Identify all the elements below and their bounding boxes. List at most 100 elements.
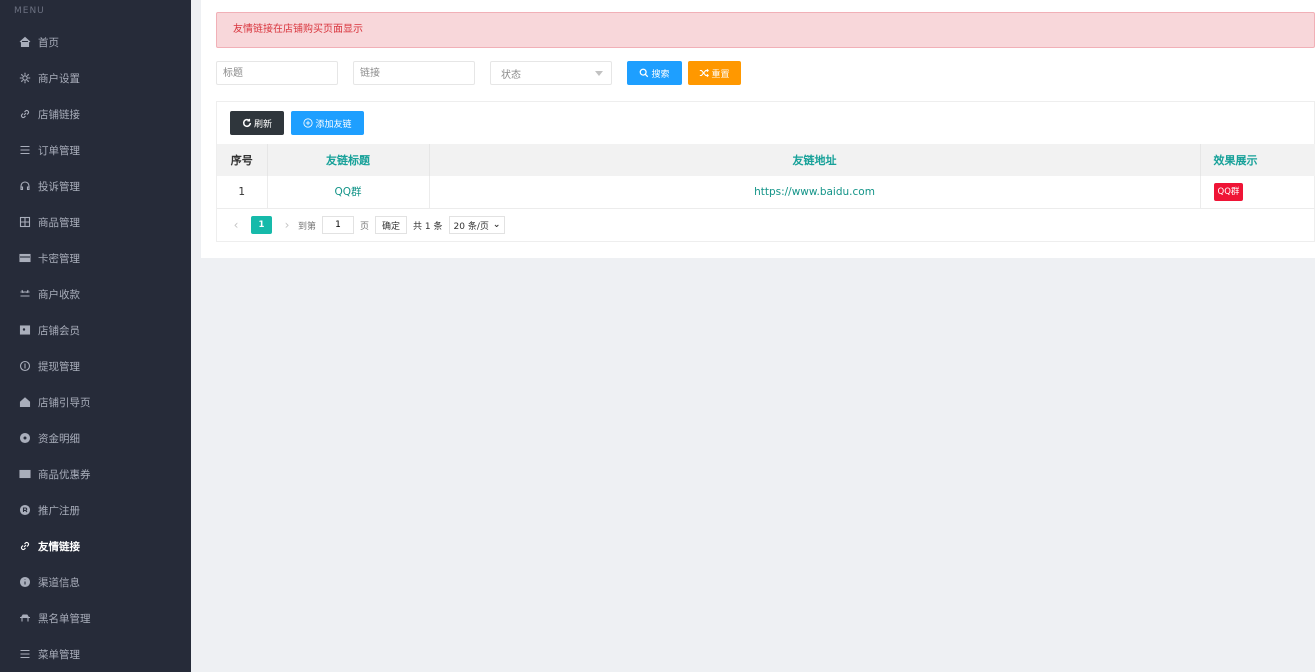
sidebar-item-label: 资金明细: [38, 432, 80, 445]
sidebar-item-0[interactable]: 首页: [0, 24, 191, 60]
sidebar: MENU 首页商户设置店铺链接订单管理投诉管理商品管理卡密管理商户收款店铺会员提…: [0, 0, 191, 672]
info-icon: [18, 575, 32, 589]
status-select[interactable]: 状态: [490, 61, 612, 85]
table-panel: 刷新 添加友链 序号 友链标题 友链地址 效果展示 1 QQ群 https://…: [216, 101, 1315, 242]
table-row[interactable]: 1 QQ群 https://www.baidu.com QQ群: [217, 176, 1315, 209]
sidebar-item-label: 首页: [38, 36, 59, 49]
sidebar-item-3[interactable]: 订单管理: [0, 132, 191, 168]
sidebar-item-8[interactable]: 店铺会员: [0, 312, 191, 348]
sidebar-item-13[interactable]: 推广注册: [0, 492, 191, 528]
column-header-url[interactable]: 友链地址: [429, 144, 1201, 176]
page-unit-label: 页: [360, 221, 370, 232]
member-icon: [18, 323, 32, 337]
gear-icon: [18, 71, 32, 85]
sidebar-item-9[interactable]: 提现管理: [0, 348, 191, 384]
title-filter-input[interactable]: [216, 61, 338, 85]
sidebar-item-label: 订单管理: [38, 144, 80, 157]
next-page-icon[interactable]: ›: [280, 218, 294, 232]
sidebar-item-label: 投诉管理: [38, 180, 80, 193]
filter-bar: 状态 搜索 重置: [216, 61, 741, 85]
sidebar-item-label: 黑名单管理: [38, 612, 91, 625]
row-url-cell: https://www.baidu.com: [429, 176, 1201, 209]
search-button-label: 搜索: [651, 69, 670, 80]
sidebar-item-11[interactable]: 资金明细: [0, 420, 191, 456]
link-filter-input[interactable]: [353, 61, 475, 85]
column-header-preview[interactable]: 效果展示: [1200, 144, 1315, 176]
coin-icon: [18, 359, 32, 373]
pagination: ‹ 1 › 到第 页 确定 共 1 条 20 条/页 ⌄: [217, 208, 1315, 242]
friend-links-table: 序号 友链标题 友链地址 效果展示 1 QQ群 https://www.baid…: [217, 144, 1315, 209]
info-alert: 友情链接在店铺购买页面显示: [216, 12, 1315, 48]
table-header-row: 序号 友链标题 友链地址 效果展示: [217, 144, 1315, 176]
sidebar-item-label: 店铺链接: [38, 108, 80, 121]
row-num-cell: 1: [217, 176, 268, 209]
column-header-title[interactable]: 友链标题: [267, 144, 430, 176]
prev-page-icon[interactable]: ‹: [229, 218, 243, 232]
sidebar-nav: 首页商户设置店铺链接订单管理投诉管理商品管理卡密管理商户收款店铺会员提现管理店铺…: [0, 24, 191, 672]
sidebar-item-16[interactable]: 黑名单管理: [0, 600, 191, 636]
page-size-value: 20 条/页: [453, 221, 489, 232]
chevron-down-icon: ⌄: [492, 220, 501, 230]
sidebar-item-12[interactable]: 商品优惠券: [0, 456, 191, 492]
sidebar-item-label: 商品优惠券: [38, 468, 91, 481]
card-icon: [18, 251, 32, 265]
sidebar-item-5[interactable]: 商品管理: [0, 204, 191, 240]
sidebar-item-label: 卡密管理: [38, 252, 80, 265]
row-preview-cell: QQ群: [1200, 176, 1315, 209]
grid-icon: [18, 215, 32, 229]
table-toolbar: 刷新 添加友链: [230, 111, 364, 135]
sidebar-item-6[interactable]: 卡密管理: [0, 240, 191, 276]
goto-confirm-button[interactable]: 确定: [375, 216, 408, 234]
register-icon: [18, 503, 32, 517]
coupon-icon: [18, 467, 32, 481]
total-count: 共 1 条: [413, 221, 443, 232]
sidebar-item-14[interactable]: 友情链接: [0, 528, 191, 564]
sidebar-item-label: 商户收款: [38, 288, 80, 301]
sidebar-item-label: 推广注册: [38, 504, 80, 517]
reset-button[interactable]: 重置: [688, 61, 741, 85]
sidebar-item-10[interactable]: 店铺引导页: [0, 384, 191, 420]
search-icon: [640, 68, 649, 78]
add-link-button[interactable]: 添加友链: [291, 111, 364, 135]
sidebar-item-label: 菜单管理: [38, 648, 80, 661]
reset-button-label: 重置: [711, 69, 730, 80]
sidebar-item-label: 店铺会员: [38, 324, 80, 337]
link-icon: [18, 107, 32, 121]
page-size-select[interactable]: 20 条/页 ⌄: [448, 216, 506, 234]
circle-icon: [18, 431, 32, 445]
sidebar-item-2[interactable]: 店铺链接: [0, 96, 191, 132]
shuffle-icon: [700, 68, 710, 78]
chain-icon: [18, 539, 32, 553]
plus-circle-icon: [303, 118, 314, 128]
home-icon: [18, 35, 32, 49]
payment-icon: [18, 287, 32, 301]
goto-label: 到第: [298, 221, 317, 232]
row-title-cell: QQ群: [267, 176, 430, 209]
house-icon: [18, 395, 32, 409]
sidebar-item-1[interactable]: 商户设置: [0, 60, 191, 96]
sidebar-item-17[interactable]: 菜单管理: [0, 636, 191, 672]
column-header-num[interactable]: 序号: [217, 144, 268, 176]
blacklist-icon: [18, 611, 32, 625]
sidebar-item-label: 商户设置: [38, 72, 80, 85]
main-card: 友情链接在店铺购买页面显示 状态 搜索 重置 刷新 添加友链: [201, 0, 1315, 258]
sidebar-item-label: 商品管理: [38, 216, 80, 229]
sidebar-item-label: 店铺引导页: [38, 396, 91, 409]
menu-title: MENU: [14, 6, 45, 16]
sidebar-item-label: 渠道信息: [38, 576, 80, 589]
search-button[interactable]: 搜索: [627, 61, 682, 85]
refresh-button-label: 刷新: [253, 119, 272, 130]
sidebar-item-label: 提现管理: [38, 360, 80, 373]
goto-page-input[interactable]: [322, 216, 355, 234]
list-icon: [18, 143, 32, 157]
refresh-icon: [242, 118, 252, 127]
sidebar-item-label: 友情链接: [38, 540, 80, 553]
menu-icon: [18, 647, 32, 661]
refresh-button[interactable]: 刷新: [230, 111, 284, 135]
preview-badge[interactable]: QQ群: [1213, 182, 1244, 201]
sidebar-item-7[interactable]: 商户收款: [0, 276, 191, 312]
sidebar-item-15[interactable]: 渠道信息: [0, 564, 191, 600]
sidebar-item-4[interactable]: 投诉管理: [0, 168, 191, 204]
caret-down-icon: [595, 70, 603, 76]
current-page-button[interactable]: 1: [251, 216, 272, 234]
